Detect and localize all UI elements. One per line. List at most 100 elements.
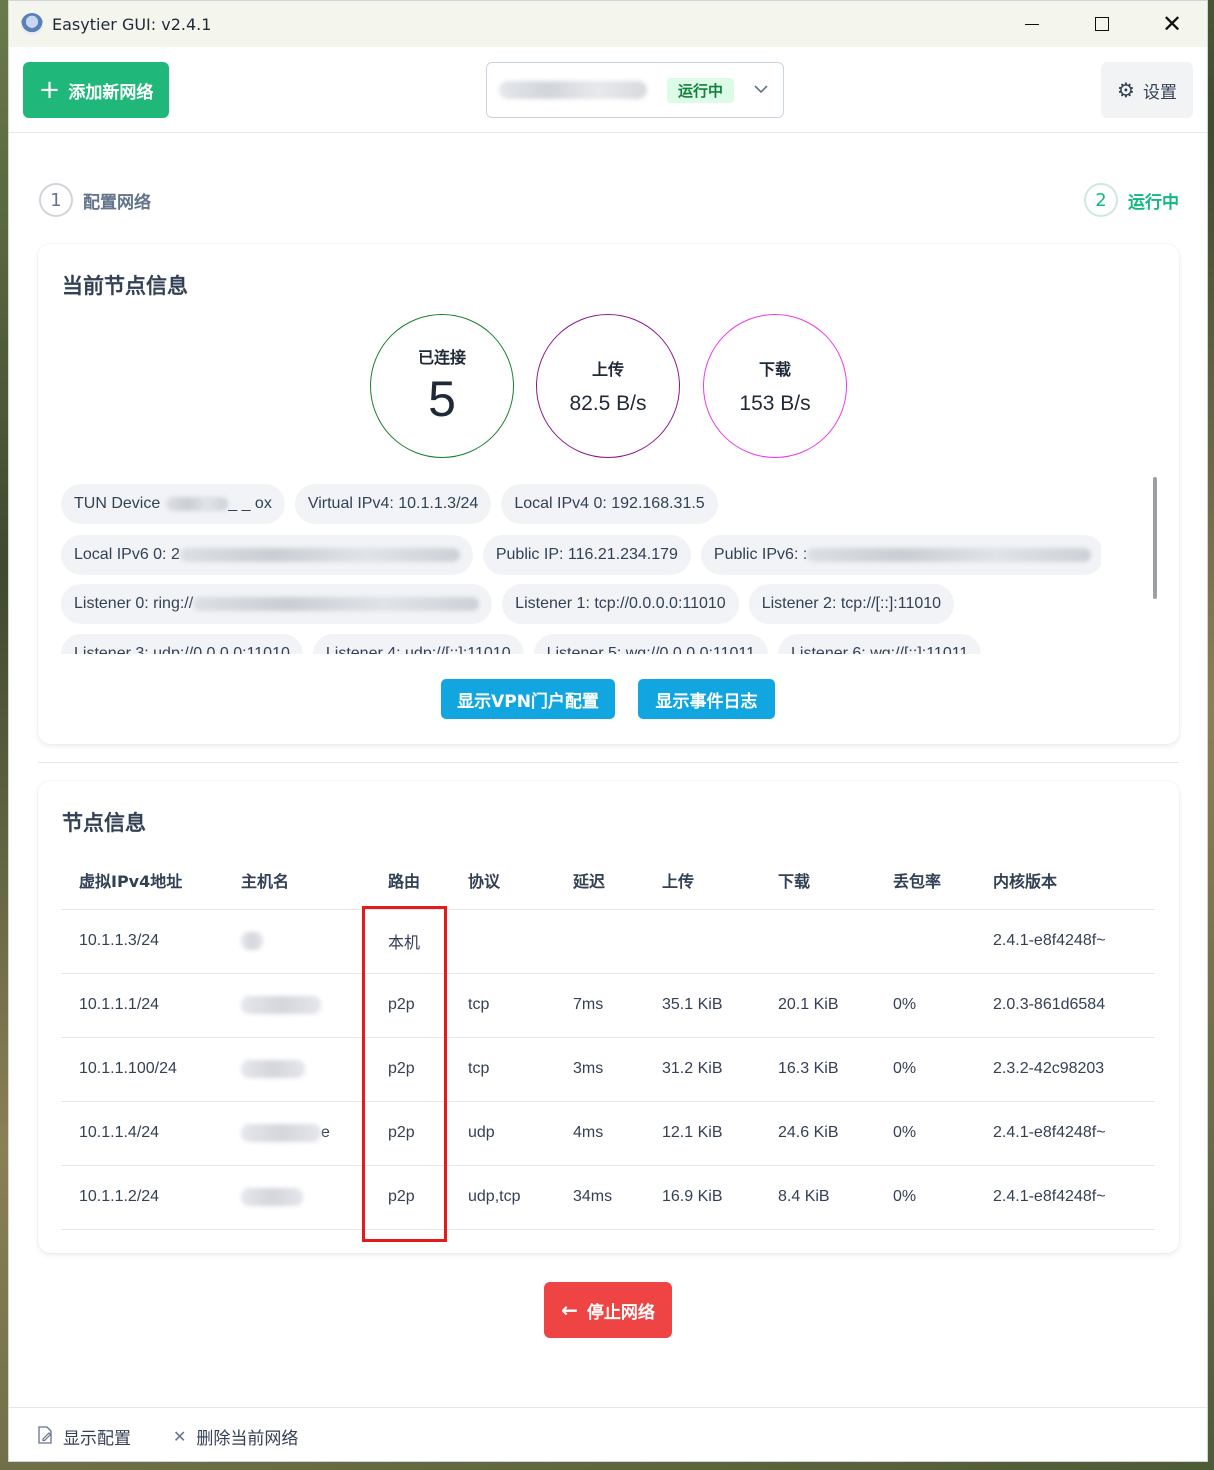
upload-stat: 上传 82.5 B/s bbox=[536, 314, 680, 458]
cell-version: 2.4.1-e8f4248f~ bbox=[975, 909, 1155, 974]
cell-loss: 0% bbox=[875, 1165, 975, 1230]
minimize-button[interactable] bbox=[997, 1, 1067, 47]
cell-loss: 0% bbox=[875, 1101, 975, 1166]
cell-download: 16.3 KiB bbox=[760, 1037, 875, 1102]
cell-hostname bbox=[223, 909, 370, 974]
step-label: 运行中 bbox=[1128, 192, 1179, 213]
delete-network-button[interactable]: ✕ 删除当前网络 bbox=[173, 1424, 298, 1449]
network-name-redacted bbox=[499, 81, 647, 99]
step-running[interactable]: 2 运行中 bbox=[1084, 183, 1179, 217]
cell-loss: 0% bbox=[875, 973, 975, 1038]
add-network-label: 添加新网络 bbox=[68, 82, 154, 103]
redacted-value bbox=[807, 548, 1092, 562]
cell-hostname bbox=[223, 1037, 370, 1102]
peer-info-title: 节点信息 bbox=[62, 811, 146, 835]
close-icon: ✕ bbox=[1161, 10, 1183, 38]
steps-indicator: 1 配置网络 2 运行中 bbox=[9, 183, 1207, 219]
chip-text: Public IPv6: : bbox=[713, 546, 808, 563]
window-controls: ✕ bbox=[997, 1, 1207, 47]
cell-loss bbox=[875, 909, 975, 974]
minimize-icon bbox=[1025, 23, 1039, 25]
hostname-suffix: e bbox=[321, 1124, 330, 1142]
chip-listener-2: Listener 2: tcp://[::]:11010 bbox=[748, 584, 955, 624]
download-label: 下载 bbox=[758, 360, 791, 379]
cell-latency: 7ms bbox=[555, 973, 644, 1038]
maximize-button[interactable] bbox=[1067, 1, 1137, 47]
cell-download: 24.6 KiB bbox=[760, 1101, 875, 1166]
table-row: 10.1.1.4/24 e p2p udp 4ms 12.1 KiB 24.6 … bbox=[61, 1101, 1155, 1166]
chip-public-ipv6: Public IPv6: : bbox=[700, 535, 1101, 575]
column-header: 协议 bbox=[450, 851, 555, 910]
cell-ip: 10.1.1.3/24 bbox=[61, 909, 223, 974]
cell-download bbox=[760, 909, 875, 974]
show-config-button[interactable]: 显示配置 bbox=[37, 1424, 131, 1449]
show-vpn-portal-button[interactable]: 显示VPN门户配置 bbox=[441, 679, 615, 719]
chip-text: TUN Device bbox=[74, 495, 161, 512]
stop-network-button[interactable]: ← 停止网络 bbox=[544, 1282, 672, 1338]
cell-loss: 0% bbox=[875, 1037, 975, 1102]
cell-ip: 10.1.1.100/24 bbox=[61, 1037, 223, 1102]
chip-listener-3: Listener 3: udp://0.0.0.0:11010 bbox=[61, 634, 303, 654]
connected-label: 已连接 bbox=[417, 348, 466, 367]
app-logo-icon bbox=[21, 13, 43, 35]
cell-protocol bbox=[450, 909, 555, 974]
column-header: 虚拟IPv4地址 bbox=[61, 851, 223, 910]
cell-ip: 10.1.1.2/24 bbox=[61, 1165, 223, 1230]
cell-route: p2p bbox=[370, 1037, 450, 1102]
upload-value: 82.5 B/s bbox=[569, 392, 647, 415]
cell-download: 8.4 KiB bbox=[760, 1165, 875, 1230]
cell-protocol: tcp bbox=[450, 1037, 555, 1102]
chevron-down-icon[interactable] bbox=[753, 81, 769, 101]
redacted-value bbox=[179, 548, 460, 562]
toolbar: + 添加新网络 运行中 ⚙ 设置 bbox=[9, 47, 1207, 133]
plus-icon: + bbox=[38, 75, 61, 105]
cell-upload: 16.9 KiB bbox=[644, 1165, 760, 1230]
column-header: 丢包率 bbox=[875, 851, 975, 910]
cell-hostname: e bbox=[223, 1101, 370, 1166]
cell-version: 2.0.3-861d6584 bbox=[975, 973, 1155, 1038]
table-row: 10.1.1.3/24 本机 2.4.1-e8f4248f~ bbox=[61, 909, 1155, 974]
show-event-log-button[interactable]: 显示事件日志 bbox=[638, 679, 775, 719]
cell-upload bbox=[644, 909, 760, 974]
chip-listener-4: Listener 4: udp://[::]:11010 bbox=[312, 634, 524, 654]
app-window: Easytier GUI: v2.4.1 ✕ + 添加新网络 运行中 ⚙ 设置 … bbox=[8, 0, 1208, 1462]
column-header: 下载 bbox=[760, 851, 875, 910]
current-node-title: 当前节点信息 bbox=[62, 274, 188, 298]
add-network-button[interactable]: + 添加新网络 bbox=[23, 62, 169, 118]
chip-tun-device: TUN Device _ _ ox bbox=[61, 484, 285, 524]
connected-value: 5 bbox=[428, 371, 456, 427]
network-select[interactable]: 运行中 bbox=[486, 62, 784, 118]
chip-local-ipv4: Local IPv4 0: 192.168.31.5 bbox=[501, 484, 718, 524]
delete-network-label: 删除当前网络 bbox=[196, 1429, 299, 1449]
peer-table: 虚拟IPv4地址 主机名 路由 协议 延迟 上传 下载 丢包率 内核版本 10.… bbox=[61, 851, 1155, 1230]
cell-protocol: udp,tcp bbox=[450, 1165, 555, 1230]
settings-button[interactable]: ⚙ 设置 bbox=[1101, 62, 1193, 118]
chip-listener-0: Listener 0: ring:// bbox=[61, 584, 493, 624]
step-configure[interactable]: 1 配置网络 bbox=[39, 183, 151, 217]
cell-version: 2.4.1-e8f4248f~ bbox=[975, 1165, 1155, 1230]
chips-scrollbar[interactable] bbox=[1153, 477, 1157, 599]
column-header: 延迟 bbox=[555, 851, 644, 910]
maximize-icon bbox=[1095, 17, 1109, 31]
cell-latency: 3ms bbox=[555, 1037, 644, 1102]
column-header: 主机名 bbox=[223, 851, 370, 910]
chip-listener-5: Listener 5: wg://0.0.0.0:11011 bbox=[533, 634, 769, 654]
table-header-row: 虚拟IPv4地址 主机名 路由 协议 延迟 上传 下载 丢包率 内核版本 bbox=[61, 851, 1155, 910]
close-window-button[interactable]: ✕ bbox=[1137, 1, 1207, 47]
cell-version: 2.4.1-e8f4248f~ bbox=[975, 1101, 1155, 1166]
peer-info-card: 节点信息 虚拟IPv4地址 主机名 路由 协议 延迟 上传 下载 丢包率 内核版… bbox=[38, 781, 1179, 1253]
download-value: 153 B/s bbox=[739, 392, 811, 415]
settings-label: 设置 bbox=[1142, 82, 1177, 103]
column-header: 内核版本 bbox=[975, 851, 1155, 910]
chip-listener-6: Listener 6: wg://[::]:11011 bbox=[778, 634, 982, 654]
current-node-card: 当前节点信息 已连接 5 上传 82.5 B/s 下载 153 B/s TUN … bbox=[38, 244, 1179, 744]
window-title: Easytier GUI: v2.4.1 bbox=[52, 14, 212, 34]
gear-icon: ⚙ bbox=[1117, 78, 1135, 102]
section-divider bbox=[38, 762, 1179, 763]
chip-text: _ _ ox bbox=[228, 495, 272, 512]
step-number: 2 bbox=[1084, 183, 1118, 217]
redacted-hostname bbox=[241, 931, 263, 950]
download-stat: 下载 153 B/s bbox=[703, 314, 847, 458]
close-icon: ✕ bbox=[173, 1427, 187, 1446]
cell-version: 2.3.2-42c98203 bbox=[975, 1037, 1155, 1102]
